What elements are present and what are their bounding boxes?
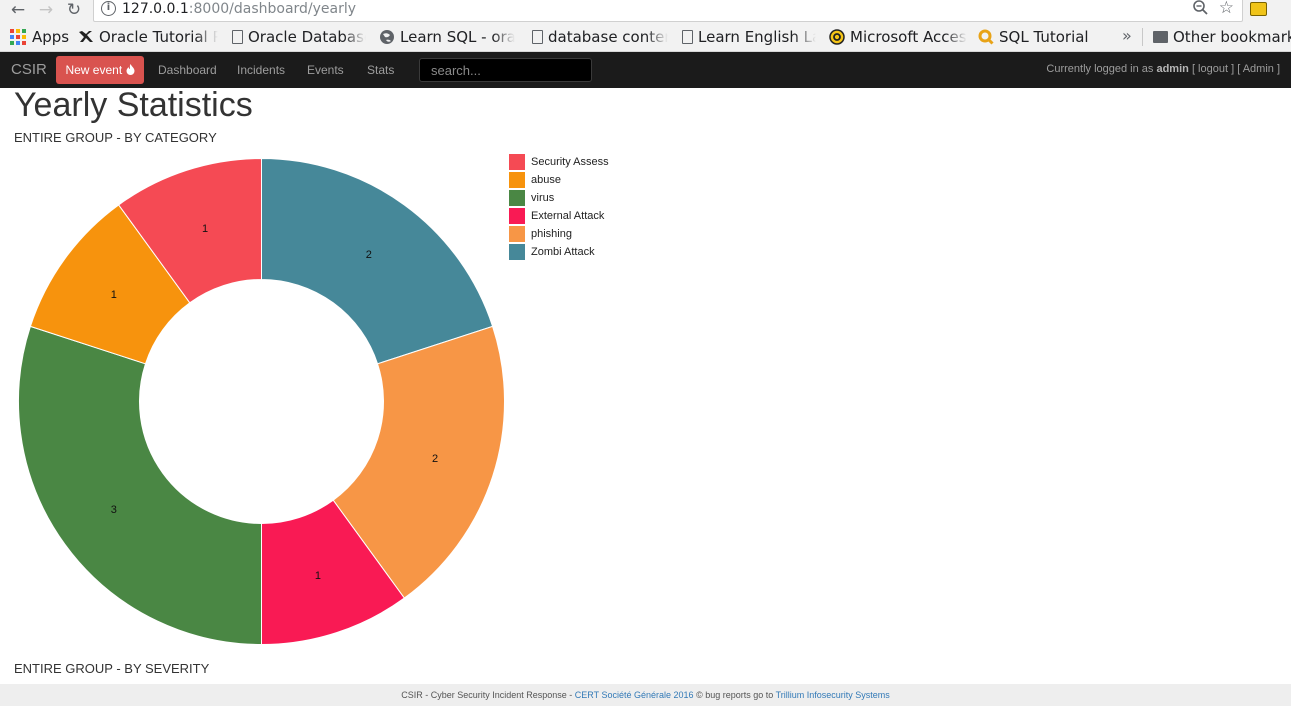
legend-item[interactable]: virus <box>509 189 609 207</box>
slice-value-label: 1 <box>111 289 117 301</box>
bookmarks-bar: Apps Oracle Tutorial Pl Oracle Database … <box>0 22 1291 52</box>
fire-icon <box>126 64 135 75</box>
slice-value-label: 1 <box>315 570 321 582</box>
footer-trillium-link[interactable]: Trillium Infosecurity Systems <box>776 690 890 700</box>
legend-label: virus <box>531 192 555 204</box>
more-bookmarks-icon[interactable]: » <box>1122 26 1132 45</box>
back-icon[interactable]: ← <box>8 0 28 20</box>
legend-label: abuse <box>531 174 561 186</box>
section-title-severity: ENTIRE GROUP - BY SEVERITY <box>14 661 210 676</box>
legend-swatch <box>509 154 525 170</box>
bookmark-star-icon[interactable]: ☆ <box>1219 0 1234 18</box>
oracle-logo-icon <box>79 30 93 42</box>
search-logo-icon <box>978 29 994 45</box>
search-input[interactable] <box>419 58 592 82</box>
url-text[interactable]: 127.0.0.1:8000/dashboard/yearly <box>122 1 356 17</box>
legend-item[interactable]: Security Assess <box>509 153 609 171</box>
legend-swatch <box>509 190 525 206</box>
legend-item[interactable]: abuse <box>509 171 609 189</box>
legend-swatch <box>509 208 525 224</box>
footer-cert-link[interactable]: CERT Société Générale 2016 <box>575 690 694 700</box>
nav-stats[interactable]: Stats <box>367 63 394 77</box>
nav-incidents[interactable]: Incidents <box>237 63 285 77</box>
new-event-button[interactable]: New event <box>56 56 144 84</box>
apps-grid-icon <box>10 28 26 45</box>
admin-link[interactable]: [ Admin ] <box>1237 63 1280 75</box>
footer: CSIR - Cyber Security Incident Response … <box>0 684 1291 706</box>
section-title-category: ENTIRE GROUP - BY CATEGORY <box>14 130 217 145</box>
slice-value-label: 1 <box>202 223 208 235</box>
donut-slice-virus[interactable] <box>18 325 262 646</box>
bookmark-learn-sql[interactable]: Learn SQL - oracl <box>379 22 515 51</box>
globe-icon <box>380 29 394 44</box>
legend-item[interactable]: phishing <box>509 225 609 243</box>
slice-value-label: 2 <box>432 453 438 465</box>
legend-item[interactable]: Zombi Attack <box>509 243 609 261</box>
legend-swatch <box>509 172 525 188</box>
brand[interactable]: CSIR <box>11 61 47 78</box>
bookmark-oracle-tutorial[interactable]: Oracle Tutorial Pl <box>78 22 218 51</box>
bookmark-microsoft-access[interactable]: Microsoft Access <box>829 22 967 51</box>
divider <box>1142 28 1143 46</box>
folder-icon <box>1153 30 1168 43</box>
nav-dashboard[interactable]: Dashboard <box>158 63 217 77</box>
forward-icon[interactable]: → <box>36 0 56 20</box>
reload-icon[interactable]: ↻ <box>64 0 84 20</box>
bookmark-other[interactable]: Other bookmarks <box>1153 22 1291 51</box>
page-icon <box>232 29 243 44</box>
bookmark-oracle-database[interactable]: Oracle Database <box>230 22 366 51</box>
bookmark-apps[interactable]: Apps <box>10 22 72 51</box>
chart-legend: Security Assess abuse virus External Attack… <box>509 153 609 261</box>
app-navbar: CSIR New event Dashboard Incidents Event… <box>0 52 1291 88</box>
browser-toolbar: ← → ↻ i 127.0.0.1:8000/dashboard/yearly … <box>0 0 1291 22</box>
page-icon <box>682 29 693 44</box>
logout-link[interactable]: [ logout ] <box>1192 63 1234 75</box>
donut-slice-zombi-attack[interactable] <box>261 157 494 365</box>
login-status: Currently logged in as admin [ logout ] … <box>1046 63 1280 75</box>
slice-value-label: 2 <box>366 249 372 261</box>
category-donut-chart: 2 2 1 3 1 1 <box>18 157 506 646</box>
legend-label: Zombi Attack <box>531 246 595 258</box>
access-logo-icon <box>829 28 845 45</box>
page-title: Yearly Statistics <box>14 86 253 124</box>
bookmark-sql-tutorial[interactable]: SQL Tutorial <box>978 22 1090 51</box>
legend-label: External Attack <box>531 210 605 222</box>
extension-icon[interactable] <box>1250 2 1267 16</box>
legend-swatch <box>509 226 525 242</box>
info-icon[interactable]: i <box>101 1 116 16</box>
nav-events[interactable]: Events <box>307 63 344 77</box>
legend-label: phishing <box>531 228 572 240</box>
page-icon <box>532 29 543 44</box>
legend-label: Security Assess <box>531 156 609 168</box>
slice-value-label: 3 <box>111 504 117 516</box>
bookmark-learn-english[interactable]: Learn English La <box>680 22 816 51</box>
username: admin <box>1156 63 1189 75</box>
legend-item[interactable]: External Attack <box>509 207 609 225</box>
bookmark-database-content[interactable]: database content <box>530 22 668 51</box>
address-bar[interactable]: i 127.0.0.1:8000/dashboard/yearly ☆ <box>93 0 1243 22</box>
legend-swatch <box>509 244 525 260</box>
zoom-icon[interactable] <box>1192 0 1210 17</box>
